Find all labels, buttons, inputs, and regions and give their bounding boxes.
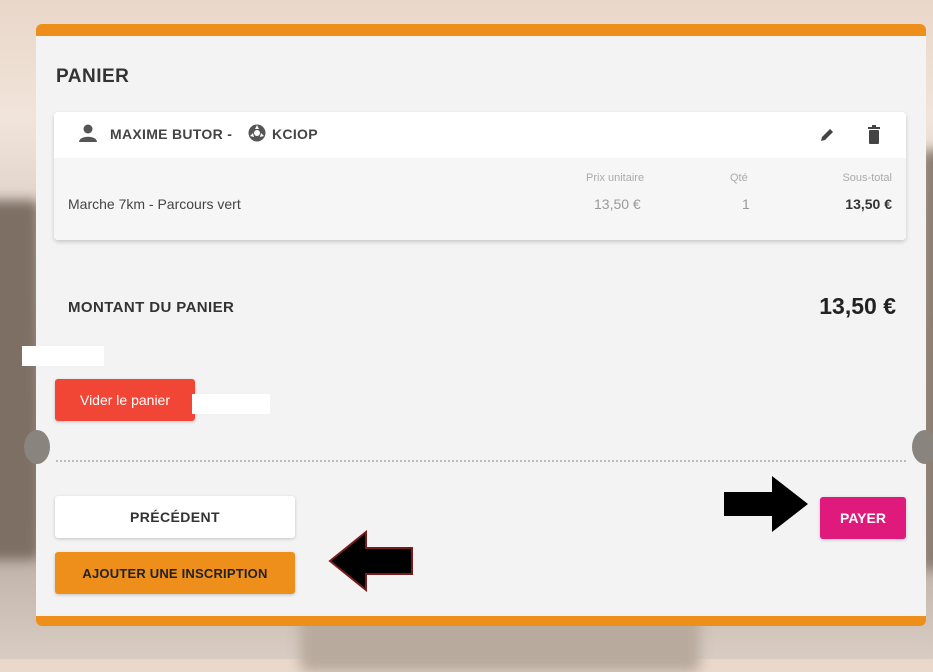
participant-name: MAXIME BUTOR - [110, 126, 233, 142]
cart-item-card: MAXIME BUTOR - KCIOP Prix unitaire Qté S… [54, 112, 906, 240]
trash-icon[interactable] [866, 125, 882, 145]
page-title: PANIER [56, 66, 130, 87]
divider [56, 460, 906, 462]
subtotal-value: 13,50 € [845, 196, 892, 212]
club-name: KCIOP [272, 126, 318, 142]
person-icon [79, 124, 97, 142]
previous-button[interactable]: PRÉCÉDENT [55, 496, 295, 538]
unit-price-value: 13,50 € [594, 196, 641, 212]
arrow-right-icon [724, 476, 808, 532]
add-registration-button[interactable]: AJOUTER UNE INSCRIPTION [55, 552, 295, 594]
unit-price-header: Prix unitaire [586, 172, 645, 184]
product-name: Marche 7km - Parcours vert [68, 196, 241, 212]
background-shape [0, 200, 40, 560]
cart-item-body: Prix unitaire Qté Sous-total Marche 7km … [54, 158, 906, 240]
subtotal-header: Sous-total [842, 172, 892, 184]
cart-item-header: MAXIME BUTOR - KCIOP [54, 112, 906, 159]
qty-value: 1 [742, 196, 750, 212]
qty-header: Qté [730, 172, 748, 184]
cart-total-label: MONTANT DU PANIER [68, 299, 235, 316]
left-notch [24, 430, 50, 464]
arrow-left-icon [328, 530, 413, 592]
clear-cart-button[interactable]: Vider le panier [55, 379, 195, 421]
right-notch [912, 430, 933, 464]
redaction-box [192, 394, 270, 414]
cart-total-value: 13,50 € [819, 293, 896, 319]
club-icon [248, 124, 266, 142]
cart-panel: PANIER MAXIME BUTOR - KCIOP Prix unitair… [36, 24, 926, 626]
edit-icon[interactable] [818, 126, 836, 144]
redaction-box [22, 346, 104, 366]
pay-button[interactable]: PAYER [820, 497, 906, 539]
